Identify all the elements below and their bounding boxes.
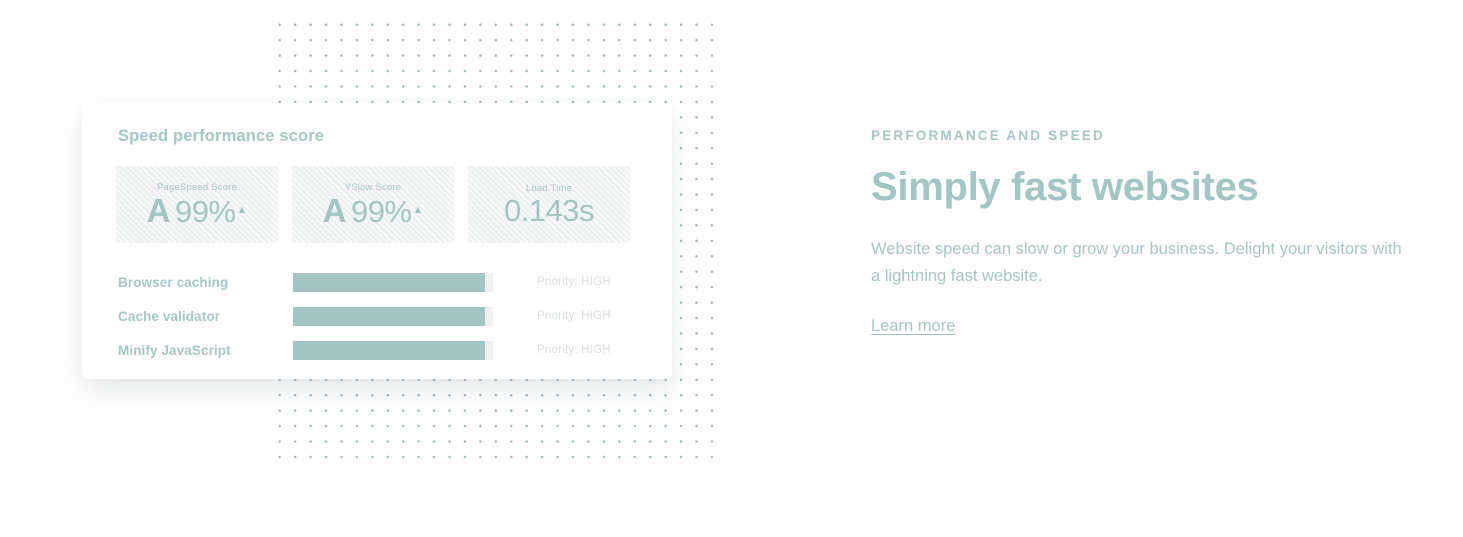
section-eyebrow: PERFORMANCE AND SPEED	[871, 128, 1105, 143]
stat-number: 99%	[350, 194, 412, 229]
learn-more-link[interactable]: Learn more	[871, 317, 955, 335]
stat-number: 0.143s	[503, 193, 595, 228]
recommendation-label: Minify JavaScript	[118, 342, 231, 358]
recommendation-progress-track	[293, 272, 493, 292]
recommendation-priority: Priority: HIGH	[537, 344, 611, 356]
stat-grade: A	[146, 192, 171, 229]
recommendation-row: Cache validator Priority: HIGH	[118, 299, 638, 333]
recommendation-label: Browser caching	[118, 274, 229, 290]
speed-performance-card: Speed performance score PageSpeed Score …	[82, 103, 672, 379]
recommendation-list: Browser caching Priority: HIGH Cache val…	[118, 265, 638, 367]
recommendation-priority: Priority: HIGH	[537, 276, 611, 288]
stat-box-load-time: Load Time 0.143s	[468, 166, 630, 243]
recommendation-row: Minify JavaScript Priority: HIGH	[118, 333, 638, 367]
stat-number: 99%	[174, 194, 236, 229]
content-column: PERFORMANCE AND SPEED Simply fast websit…	[871, 128, 1411, 336]
stat-value: 0.143s	[503, 193, 595, 228]
recommendation-label: Cache validator	[118, 308, 221, 324]
recommendation-priority: Priority: HIGH	[537, 310, 611, 322]
body-paragraph: Website speed can slow or grow your busi…	[871, 240, 1402, 285]
recommendation-progress-fill	[293, 340, 485, 360]
recommendation-progress-fill	[293, 306, 485, 326]
caret-up-icon: ▲	[412, 204, 424, 216]
page-title: Simply fast websites	[871, 165, 1259, 209]
stat-grade: A	[322, 192, 347, 229]
stats-row: PageSpeed Score A 99% ▲ YSlow Score A 99…	[116, 166, 630, 243]
card-title: Speed performance score	[118, 127, 325, 145]
recommendation-progress-fill	[293, 272, 485, 292]
stat-value: A 99% ▲	[147, 194, 248, 227]
stat-label: YSlow Score	[344, 182, 402, 193]
stat-box-yslow: YSlow Score A 99% ▲	[292, 166, 454, 243]
recommendation-progress-track	[293, 306, 493, 326]
stat-value: A 99% ▲	[323, 194, 424, 227]
recommendation-row: Browser caching Priority: HIGH	[118, 265, 638, 299]
caret-up-icon: ▲	[236, 204, 248, 216]
stat-box-pagespeed: PageSpeed Score A 99% ▲	[116, 166, 278, 243]
recommendation-progress-track	[293, 340, 493, 360]
